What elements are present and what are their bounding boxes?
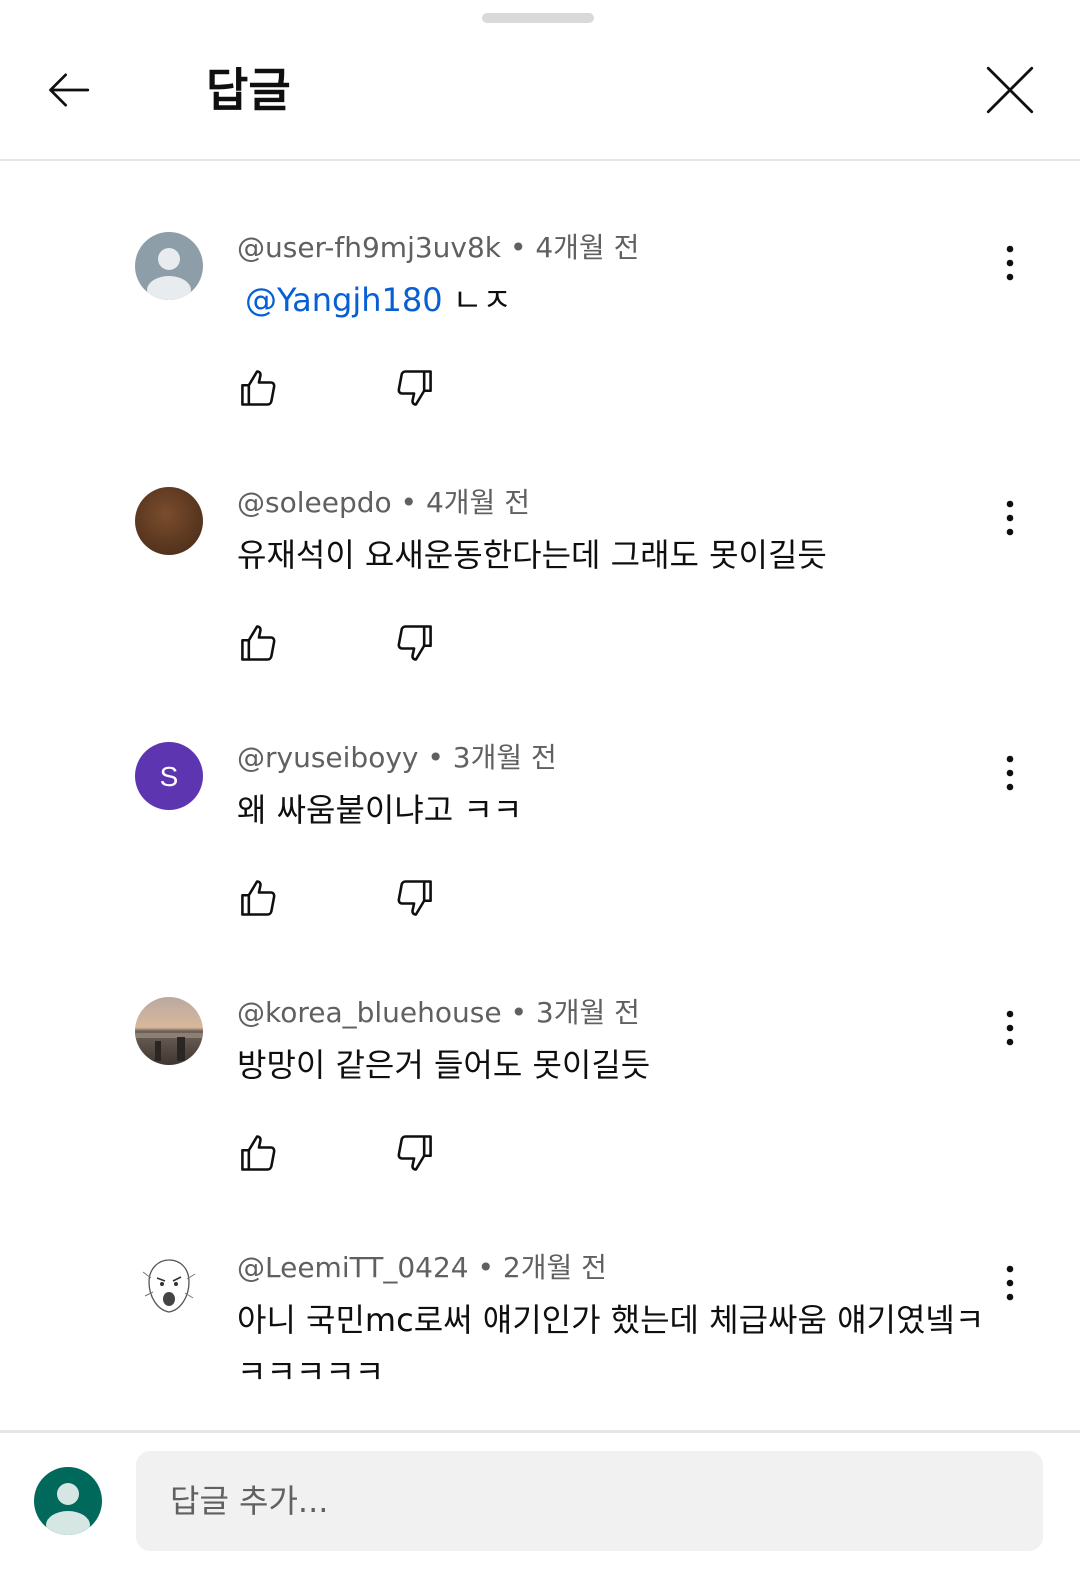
more-options-button[interactable] bbox=[985, 495, 1035, 545]
reply-body: ㄴㅈ bbox=[452, 281, 512, 319]
replies-sheet: 답글 @user-fh9mj3uv8k • 4개월 전 @Yangjh180 ㄴ… bbox=[0, 0, 1080, 1573]
avatar[interactable] bbox=[135, 232, 203, 300]
reply-body: 유재석이 요새운동한다는데 그래도 못이길듯 bbox=[237, 536, 827, 574]
more-vert-icon bbox=[1005, 500, 1015, 540]
reply-text: 유재석이 요새운동한다는데 그래도 못이길듯 bbox=[237, 529, 997, 581]
replies-header: 답글 bbox=[0, 26, 1080, 159]
meta-separator: • bbox=[510, 996, 528, 1029]
thumb-down-icon bbox=[393, 621, 437, 669]
avatar[interactable]: S bbox=[135, 742, 203, 810]
avatar[interactable] bbox=[135, 487, 203, 555]
reply-text: @Yangjh180 ㄴㅈ bbox=[237, 274, 997, 326]
more-options-button[interactable] bbox=[985, 1260, 1035, 1310]
page-title: 답글 bbox=[206, 63, 291, 117]
thumb-up-icon bbox=[236, 366, 280, 414]
author-name[interactable]: @LeemiTT_0424 bbox=[237, 1251, 469, 1284]
reply-body: 왜 싸움붙이냐고 ㅋㅋ bbox=[237, 791, 523, 829]
back-button[interactable] bbox=[30, 54, 106, 130]
reply-time: 3개월 전 bbox=[452, 741, 557, 774]
author-name[interactable]: @ryuseiboyy bbox=[237, 741, 418, 774]
reply-meta: @ryuseiboyy • 3개월 전 bbox=[237, 740, 557, 776]
thumb-up-icon bbox=[236, 876, 280, 924]
avatar[interactable] bbox=[135, 997, 203, 1065]
like-button[interactable] bbox=[228, 615, 288, 675]
more-options-button[interactable] bbox=[985, 750, 1035, 800]
reply-meta: @soleepdo • 4개월 전 bbox=[237, 485, 530, 521]
meta-separator: • bbox=[400, 486, 418, 519]
dislike-button[interactable] bbox=[385, 870, 445, 930]
more-options-button[interactable] bbox=[985, 1005, 1035, 1055]
reply-input[interactable] bbox=[136, 1451, 1043, 1551]
avatar-letter: S bbox=[160, 761, 179, 792]
reply-meta: @LeemiTT_0424 • 2개월 전 bbox=[237, 1250, 607, 1286]
like-button[interactable] bbox=[228, 1125, 288, 1185]
like-button[interactable] bbox=[228, 870, 288, 930]
thumb-down-icon bbox=[393, 876, 437, 924]
thumb-down-icon bbox=[393, 366, 437, 414]
thumb-down-icon bbox=[393, 1131, 437, 1179]
like-button[interactable] bbox=[228, 360, 288, 420]
reply-meta: @user-fh9mj3uv8k • 4개월 전 bbox=[237, 230, 639, 266]
thumb-up-icon bbox=[236, 1131, 280, 1179]
meta-separator: • bbox=[427, 741, 444, 774]
meta-separator: • bbox=[509, 231, 527, 264]
mention-link[interactable]: @Yangjh180 bbox=[245, 281, 443, 319]
author-name[interactable]: @user-fh9mj3uv8k bbox=[237, 231, 501, 264]
more-vert-icon bbox=[1005, 1265, 1015, 1305]
author-name[interactable]: @korea_bluehouse bbox=[237, 996, 502, 1029]
reply-time: 4개월 전 bbox=[425, 486, 530, 519]
meta-separator: • bbox=[477, 1251, 495, 1284]
thumb-up-icon bbox=[236, 621, 280, 669]
dislike-button[interactable] bbox=[385, 1125, 445, 1185]
reply-composer bbox=[0, 1433, 1080, 1573]
reply-time: 2개월 전 bbox=[502, 1251, 607, 1284]
more-vert-icon bbox=[1005, 1010, 1015, 1050]
header-divider bbox=[0, 159, 1080, 161]
author-name[interactable]: @soleepdo bbox=[237, 486, 392, 519]
dislike-button[interactable] bbox=[385, 615, 445, 675]
close-button[interactable] bbox=[972, 54, 1048, 130]
more-options-button[interactable] bbox=[985, 240, 1035, 290]
close-icon bbox=[981, 61, 1039, 123]
reply-meta: @korea_bluehouse • 3개월 전 bbox=[237, 995, 640, 1031]
reply-time: 4개월 전 bbox=[535, 231, 640, 264]
my-avatar[interactable] bbox=[34, 1467, 102, 1535]
dislike-button[interactable] bbox=[385, 360, 445, 420]
avatar[interactable] bbox=[135, 1252, 203, 1320]
reply-text: 방망이 같은거 들어도 못이길듯 bbox=[237, 1039, 997, 1091]
reply-body: 방망이 같은거 들어도 못이길듯 bbox=[237, 1046, 651, 1084]
more-vert-icon bbox=[1005, 245, 1015, 285]
reply-text: 아니 국민mc로써 얘기인가 했는데 체급싸움 얘기였넼ㅋㅋㅋㅋㅋㅋ bbox=[237, 1294, 985, 1398]
reply-time: 3개월 전 bbox=[535, 996, 640, 1029]
more-vert-icon bbox=[1005, 755, 1015, 795]
drag-handle[interactable] bbox=[482, 13, 594, 23]
arrow-left-icon bbox=[40, 62, 96, 122]
reply-body: 아니 국민mc로써 얘기인가 했는데 체급싸움 얘기였넼ㅋㅋㅋㅋㅋㅋ bbox=[237, 1301, 985, 1391]
reply-text: 왜 싸움붙이냐고 ㅋㅋ bbox=[237, 784, 997, 836]
